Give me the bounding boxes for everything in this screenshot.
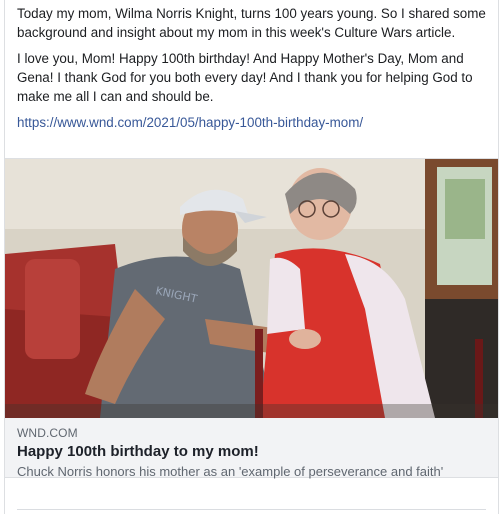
post-paragraph-1: Today my mom, Wilma Norris Knight, turns… (17, 6, 486, 40)
post-link-line: https://www.wnd.com/2021/05/happy-100th-… (17, 113, 486, 132)
article-photo[interactable]: KNIGHT (5, 159, 498, 418)
post-paragraph-2: I love you, Mom! Happy 100th birthday! A… (17, 51, 473, 104)
post-divider (17, 509, 486, 510)
post-body: Today my mom, Wilma Norris Knight, turns… (5, 0, 498, 132)
link-card-domain: WND.COM (17, 426, 78, 440)
article-link[interactable]: https://www.wnd.com/2021/05/happy-100th-… (17, 115, 363, 130)
photo-illustration: KNIGHT (5, 159, 498, 418)
link-card-title[interactable]: Happy 100th birthday to my mom! (17, 442, 486, 462)
link-card-meta[interactable]: WND.COM Happy 100th birthday to my mom! … (5, 418, 498, 479)
link-card-description: Chuck Norris honors his mother as an 'ex… (17, 464, 444, 479)
link-preview-card[interactable]: KNIGHT WND.COM Happy 100th birthday to m… (5, 158, 498, 479)
facebook-post: Today my mom, Wilma Norris Knight, turns… (4, 0, 499, 514)
